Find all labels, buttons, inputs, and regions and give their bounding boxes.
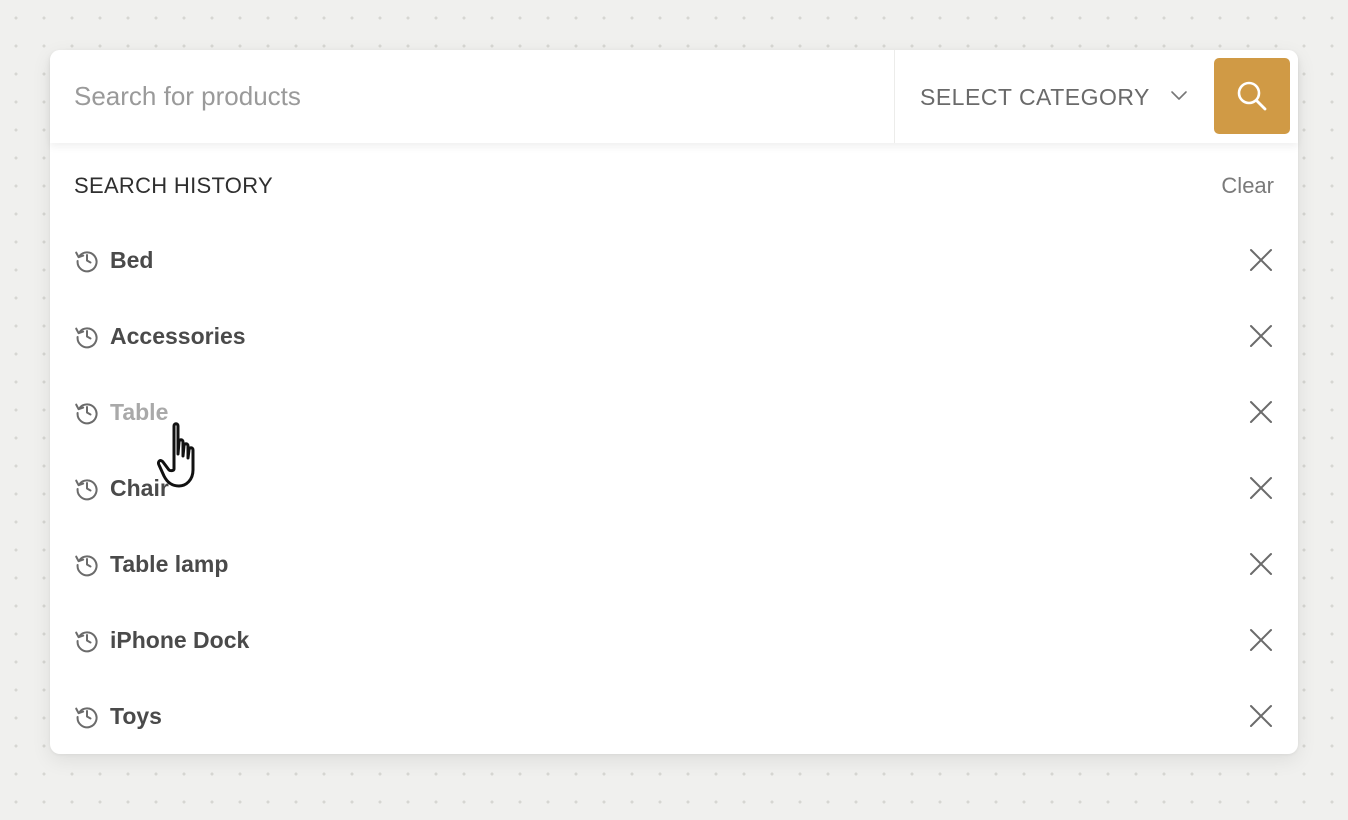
chevron-down-icon: [1171, 91, 1187, 100]
search-button[interactable]: [1214, 58, 1290, 134]
history-icon: [75, 251, 98, 273]
close-icon[interactable]: [1248, 627, 1274, 653]
history-icon: [75, 707, 98, 729]
history-icon: [75, 555, 98, 577]
search-widget: SELECT CATEGORY SEARCH HISTORY Clear Bed…: [50, 50, 1298, 754]
close-icon[interactable]: [1248, 475, 1274, 501]
history-icon: [75, 327, 98, 349]
category-select-label: SELECT CATEGORY: [920, 84, 1150, 110]
clear-history-button[interactable]: Clear: [1221, 172, 1274, 200]
close-icon[interactable]: [1248, 323, 1274, 349]
history-icon: [75, 403, 98, 425]
history-item[interactable]: Bed: [50, 232, 1298, 288]
close-icon[interactable]: [1248, 247, 1274, 273]
close-icon[interactable]: [1248, 551, 1274, 577]
close-icon[interactable]: [1248, 703, 1274, 729]
search-history-title: SEARCH HISTORY: [74, 173, 273, 198]
history-item-label: Toys: [110, 703, 162, 729]
history-item-label: Chair: [110, 475, 169, 501]
history-item[interactable]: Chair: [50, 460, 1298, 516]
search-input[interactable]: [50, 50, 893, 143]
history-icon: [75, 479, 98, 501]
history-item-label: Accessories: [110, 323, 246, 349]
history-item[interactable]: Table lamp: [50, 536, 1298, 592]
search-history-header: SEARCH HISTORY Clear: [74, 170, 1274, 202]
history-item[interactable]: Toys: [50, 688, 1298, 744]
close-icon[interactable]: [1248, 399, 1274, 425]
history-item-label: Table lamp: [110, 551, 229, 577]
history-item[interactable]: iPhone Dock: [50, 612, 1298, 668]
category-select[interactable]: SELECT CATEGORY: [895, 50, 1205, 143]
history-icon: [75, 631, 98, 653]
history-item[interactable]: Table: [50, 384, 1298, 440]
history-item-label: Bed: [110, 247, 154, 273]
history-item-label: Table: [110, 399, 169, 425]
search-icon: [1237, 81, 1267, 111]
search-bar: SELECT CATEGORY: [50, 50, 1298, 143]
history-item[interactable]: Accessories: [50, 308, 1298, 364]
history-item-label: iPhone Dock: [110, 627, 250, 653]
